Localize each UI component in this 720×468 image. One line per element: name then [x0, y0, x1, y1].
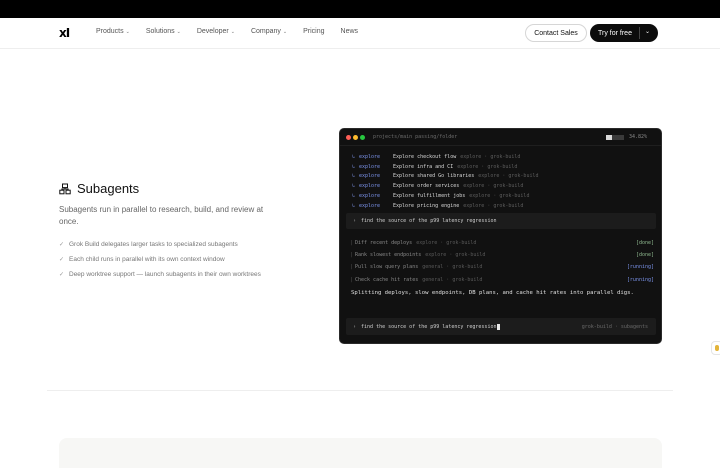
close-dot[interactable]	[346, 135, 351, 140]
chevron-down-icon: ⌄	[282, 28, 288, 35]
try-for-free-label: Try for free	[598, 29, 632, 37]
chevron-down-icon: ⌄	[125, 28, 130, 35]
nav-products[interactable]: Products ⌄	[96, 28, 130, 35]
agent-summary: Splitting deploys, slow endpoints, DB pl…	[351, 290, 634, 296]
chevron-down-icon: ⌄	[230, 28, 235, 35]
chevron-down-icon[interactable]: ⌄	[645, 28, 650, 35]
subagent-run-list: | Diff recent deploys explore · grok-build…	[350, 237, 654, 286]
feedback-widget-icon[interactable]	[711, 341, 720, 355]
task-row: ↳ explore Explore pricing engine explore · …	[352, 202, 524, 209]
task-row: ↳ explore Explore shared Go libraries explo…	[352, 173, 539, 180]
run-row: | Rank slowest endpoints explore · grok-bu…	[350, 252, 654, 259]
text-cursor	[497, 323, 501, 330]
nav-company[interactable]: Company ⌄	[251, 28, 287, 35]
minimize-dot[interactable]	[353, 135, 358, 140]
check-icon: ✓	[59, 257, 65, 263]
corner-arrow-icon: ↳	[352, 193, 356, 200]
contact-sales-button[interactable]: Contact Sales	[525, 24, 587, 42]
run-row: | Pull slow query plans general · grok-bui…	[350, 264, 654, 271]
status-badge: [done]	[635, 240, 654, 247]
context-usage-label: 34.82%	[629, 134, 648, 140]
input-meta: grok-build · subagents	[581, 324, 648, 330]
list-item: ✓ Each child runs in parallel with its ow…	[59, 256, 225, 263]
feature-title: Subagents	[77, 181, 140, 196]
subagents-icon	[59, 183, 71, 195]
task-row: ↳ explore Explore fulfillment jobs explore …	[352, 193, 530, 200]
terminal-path: projects/main passing/folder	[373, 134, 458, 140]
task-row: ↳ explore Explore checkout flow explore · g…	[352, 153, 521, 160]
status-badge: [running]	[626, 264, 654, 271]
list-item: ✓ Deep worktree support — launch subagent…	[59, 271, 261, 278]
corner-arrow-icon: ↳	[352, 202, 356, 209]
terminal-window: projects/main passing/folder 34.82% ↳ exp…	[339, 128, 662, 344]
site-header: xI Products ⌄ Solutions ⌄ Developer ⌄ Compa…	[0, 18, 720, 49]
terminal-input[interactable]: › find the source of the p99 latency reg…	[346, 318, 656, 335]
prompt-caret-icon: ›	[353, 218, 357, 224]
button-divider	[639, 27, 640, 39]
feature-heading: Subagents	[59, 181, 289, 196]
nav-solutions[interactable]: Solutions ⌄	[146, 28, 181, 35]
task-row: ↳ explore Explore infra and CI explore · gr…	[352, 163, 518, 170]
try-for-free-button[interactable]: Try for free ⌄	[590, 24, 658, 42]
status-badge: [running]	[626, 276, 654, 283]
run-row: | Diff recent deploys explore · grok-build…	[350, 240, 654, 247]
task-row: ↳ explore Explore order services explore · …	[352, 183, 524, 190]
nav-news[interactable]: News	[341, 28, 359, 35]
corner-arrow-icon: ↳	[352, 163, 356, 170]
terminal-titlebar: projects/main passing/folder 34.82%	[340, 129, 661, 146]
run-row: | Check cache hit rates general · grok-bui…	[350, 276, 654, 283]
feature-description: Subagents run in parallel to research, b…	[59, 205, 264, 226]
nav-pricing[interactable]: Pricing	[303, 28, 324, 35]
context-usage-fill	[606, 135, 613, 140]
check-icon: ✓	[59, 272, 65, 278]
subagent-task-list: ↳ explore Explore checkout flow explore · g…	[352, 152, 539, 211]
nav-developer[interactable]: Developer ⌄	[197, 28, 235, 35]
top-black-bar	[0, 0, 720, 18]
subagents-feature: Subagents Subagents run in parallel to r…	[59, 181, 289, 282]
xai-logo[interactable]: xI	[59, 26, 70, 40]
check-icon: ✓	[59, 242, 65, 248]
maximize-dot[interactable]	[360, 135, 365, 140]
list-item: ✓ Grok Build delegates larger tasks to sp…	[59, 241, 238, 248]
feature-bullets: ✓ Grok Build delegates larger tasks to sp…	[59, 237, 289, 282]
context-usage-bar	[606, 135, 624, 140]
primary-nav: Products ⌄ Solutions ⌄ Developer ⌄ Company ⌄…	[96, 28, 374, 35]
corner-arrow-icon: ↳	[352, 173, 356, 180]
terminal-input-value[interactable]: find the source of the p99 latency regre…	[361, 324, 496, 330]
chevron-down-icon: ⌄	[176, 28, 181, 35]
corner-arrow-icon: ↳	[352, 183, 356, 190]
prompt-caret-icon: ›	[353, 323, 357, 330]
next-section-card	[59, 438, 662, 468]
section-divider	[47, 390, 673, 391]
corner-arrow-icon: ↳	[352, 153, 356, 160]
submitted-prompt: › find the source of the p99 latency reg…	[346, 213, 656, 229]
status-badge: [done]	[635, 252, 654, 259]
